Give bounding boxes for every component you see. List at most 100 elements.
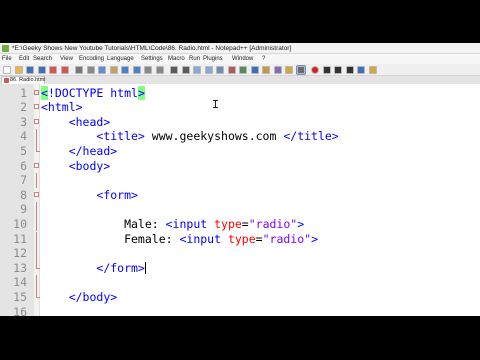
tab-label: 86. Radio.html	[10, 77, 46, 83]
close-icon[interactable]	[49, 66, 57, 74]
line-number: 16	[13, 304, 27, 317]
menu-help[interactable]: ?	[262, 55, 265, 63]
fold-line	[34, 289, 40, 305]
run-macro-multiple-icon[interactable]	[345, 66, 354, 74]
code-line[interactable]: <body>	[41, 159, 111, 174]
menu-settings[interactable]: Settings	[141, 55, 163, 63]
record-macro-icon[interactable]	[311, 66, 319, 74]
print-icon[interactable]	[75, 66, 83, 74]
lang-icon[interactable]	[250, 66, 259, 74]
code-editor[interactable]: 1 <!DOCTYPE html> 2 <html> 3 <head> 4 <title>…	[0, 84, 480, 316]
code-token: type	[214, 216, 242, 231]
code-line[interactable]: </form>	[41, 261, 146, 276]
fold-line	[34, 216, 40, 232]
code-line[interactable]: <!DOCTYPE html>	[41, 85, 145, 101]
tab-radio-html[interactable]: 86. Radio.html	[1, 76, 45, 84]
folder-workspace-icon[interactable]	[285, 66, 293, 74]
stop-macro-icon[interactable]	[322, 66, 331, 74]
menu-macro[interactable]: Macro	[168, 55, 185, 63]
fold-line	[34, 202, 40, 217]
text-cursor-icon	[213, 100, 218, 108]
code-token: !DOCTYPE html	[47, 85, 138, 100]
menu-edit[interactable]: Edit	[19, 55, 29, 63]
code-token: =	[241, 216, 249, 231]
code-token: www.geekyshows.com	[144, 129, 284, 144]
code-token: <html>	[41, 100, 83, 115]
paste-icon[interactable]	[109, 66, 118, 74]
zoom-out-icon[interactable]	[181, 66, 190, 74]
code-token: <	[41, 85, 48, 100]
unsaved-file-icon	[4, 78, 9, 83]
notepad-app-icon	[2, 45, 9, 52]
find-icon[interactable]	[144, 66, 152, 74]
cut-icon[interactable]	[86, 66, 95, 74]
menu-run[interactable]: Run	[189, 55, 200, 63]
code-token: </title>	[283, 129, 339, 144]
menu-view[interactable]: View	[60, 55, 73, 63]
monitor-icon[interactable]	[295, 65, 306, 75]
fold-toggle[interactable]	[34, 188, 40, 203]
text-caret	[144, 261, 146, 274]
save-all-icon[interactable]	[37, 66, 46, 74]
fold-toggle[interactable]	[34, 159, 40, 174]
code-token: >	[137, 85, 145, 100]
code-line[interactable]: </body>	[41, 290, 117, 305]
fold-toggle[interactable]	[34, 115, 40, 130]
new-file-icon[interactable]	[3, 66, 11, 74]
menu-language[interactable]: Language	[107, 55, 134, 63]
menu-plugins[interactable]: Plugins	[203, 55, 223, 63]
func-list-icon[interactable]	[273, 66, 282, 74]
doc-map-icon[interactable]	[262, 66, 270, 74]
fold-toggle[interactable]	[34, 100, 40, 115]
sync-h-icon[interactable]	[204, 66, 213, 74]
fold-line	[34, 143, 40, 159]
redo-icon[interactable]	[132, 66, 141, 74]
window-title: *E:\Geeky Shows New Youtube Tutorials\HT…	[12, 45, 292, 52]
menu-search[interactable]: Search	[33, 55, 52, 63]
copy-icon[interactable]	[98, 66, 106, 74]
save-icon[interactable]	[26, 66, 34, 74]
spell-check-icon[interactable]	[368, 66, 377, 74]
code-line[interactable]: <form>	[41, 188, 138, 203]
menu-encoding[interactable]: Encoding	[79, 55, 104, 63]
code-token: <title>	[96, 129, 145, 144]
undo-icon[interactable]	[121, 66, 129, 74]
fold-line	[34, 173, 40, 188]
code-token: </body>	[68, 289, 118, 304]
zoom-in-icon[interactable]	[170, 66, 178, 74]
code-line[interactable]: <title> www.geekyshows.com </title>	[41, 129, 339, 144]
code-line[interactable]: <html>	[41, 100, 83, 115]
line-number: 10	[13, 216, 27, 231]
code-token: <input	[179, 231, 228, 246]
line-number: 7	[20, 173, 27, 188]
indent-guide-icon[interactable]	[239, 66, 247, 74]
open-file-icon[interactable]	[14, 66, 23, 74]
close-all-icon[interactable]	[60, 66, 69, 74]
line-number: 15	[13, 289, 27, 304]
code-line[interactable]: Male: <input type="radio">	[41, 217, 304, 232]
play-macro-icon[interactable]	[334, 66, 342, 74]
sync-v-icon[interactable]	[193, 66, 201, 74]
code-line[interactable]: <head>	[41, 115, 111, 130]
menu-bar: File Edit Search View Encoding Language Settin…	[0, 54, 480, 64]
word-wrap-icon[interactable]	[216, 66, 224, 74]
line-number: 5	[20, 143, 27, 158]
menu-window[interactable]: Window	[232, 55, 253, 63]
fold-line	[34, 260, 40, 276]
line-number: 4	[20, 129, 27, 144]
fold-line	[34, 246, 40, 261]
code-token: =	[255, 231, 263, 246]
fold-toggle[interactable]	[34, 86, 40, 101]
code-line[interactable]: Female: <input type="radio">	[41, 232, 318, 247]
fold-line	[34, 275, 40, 290]
save-macro-icon[interactable]	[357, 66, 365, 74]
menu-file[interactable]: File	[2, 55, 12, 63]
notepad-plus-plus-window: *E:\Geeky Shows New Youtube Tutorials\HT…	[0, 43, 480, 316]
replace-icon[interactable]	[155, 66, 164, 74]
code-line[interactable]: </head>	[41, 144, 117, 159]
code-token: <input	[165, 216, 215, 231]
all-chars-icon[interactable]	[227, 66, 236, 74]
